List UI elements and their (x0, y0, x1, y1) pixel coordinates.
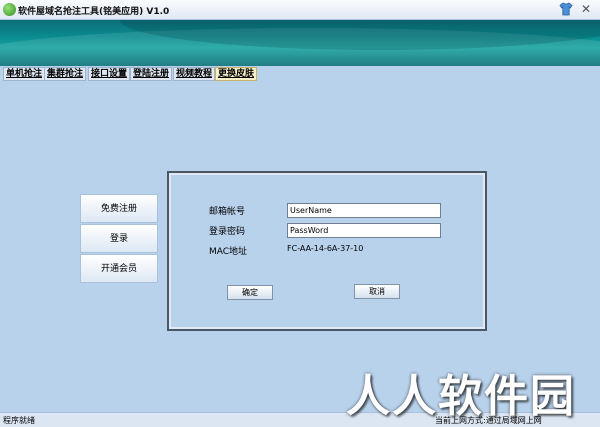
tab-login-register[interactable]: 登陆注册 (130, 67, 173, 81)
watermark-text: 人人软件园 (346, 371, 576, 422)
mac-label: MAC地址 (209, 247, 248, 257)
tab-single-register[interactable]: 单机抢注 (3, 67, 46, 81)
tab-video-tutorial[interactable]: 视频教程 (173, 67, 216, 81)
login-button[interactable]: 登录 (80, 224, 158, 253)
open-member-button[interactable]: 开通会员 (80, 254, 158, 283)
status-text: 程序就绪 (3, 416, 35, 425)
window-title: 软件屋域名抢注工具(铭美应用) V1.0 (18, 7, 170, 17)
close-icon[interactable]: ✕ (578, 2, 594, 17)
email-field[interactable] (287, 203, 441, 218)
tab-bar: 单机抢注 集群抢注 接口设置 登陆注册 视频教程 更换皮肤 (0, 66, 600, 82)
mac-value: FC-AA-14-6A-37-10 (287, 244, 364, 253)
cancel-button[interactable]: 取消 (354, 284, 400, 299)
password-field[interactable] (287, 223, 441, 238)
confirm-button[interactable]: 确定 (227, 285, 273, 300)
app-leaf-icon (3, 3, 16, 16)
email-label: 邮箱帐号 (209, 207, 246, 217)
password-label: 登录密码 (209, 227, 246, 237)
tab-change-skin[interactable]: 更换皮肤 (215, 67, 258, 81)
tab-api-settings[interactable]: 接口设置 (88, 67, 131, 81)
free-register-button[interactable]: 免费注册 (80, 194, 158, 223)
header-banner (0, 20, 600, 66)
tab-cluster-register[interactable]: 集群抢注 (44, 67, 87, 81)
title-bar: 软件屋域名抢注工具(铭美应用) V1.0 ✕ (0, 0, 600, 20)
skin-shirt-icon[interactable] (559, 2, 573, 16)
login-panel: 邮箱帐号 登录密码 MAC地址 FC-AA-14-6A-37-10 确定 取消 (167, 171, 487, 331)
